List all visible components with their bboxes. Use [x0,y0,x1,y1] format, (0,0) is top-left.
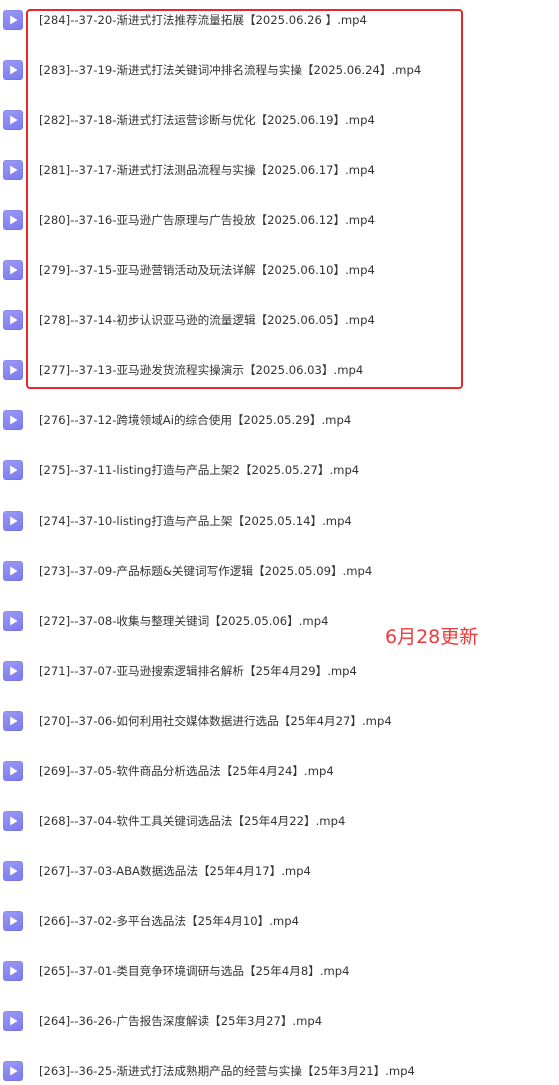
file-name[interactable]: [284]--37-20-渐进式打法推荐流量拓展【2025.06.26 】.mp… [39,11,367,29]
file-name[interactable]: [273]--37-09-产品标题&关键词写作逻辑【2025.05.09】.mp… [39,562,372,580]
file-row[interactable]: [267]--37-03-ABA数据选品法【25年4月17】.mp4 [0,859,540,883]
file-row[interactable]: [263]--36-25-渐进式打法成熟期产品的经营与实操【25年3月21】.m… [0,1059,540,1083]
file-row[interactable]: [283]--37-19-渐进式打法关键词冲排名流程与实操【2025.06.24… [0,58,540,82]
video-file-icon [3,160,23,181]
video-file-icon [3,60,23,80]
file-name[interactable]: [281]--37-17-渐进式打法测品流程与实操【2025.06.17】.mp… [39,161,375,179]
file-row[interactable]: [273]--37-09-产品标题&关键词写作逻辑【2025.05.09】.mp… [0,559,540,583]
file-row[interactable]: [276]--37-12-跨境领域Ai的综合使用【2025.05.29】.mp4 [0,408,540,432]
file-name[interactable]: [282]--37-18-渐进式打法运营诊断与优化【2025.06.19】.mp… [39,111,375,129]
video-file-icon [3,260,23,281]
file-row[interactable]: [279]--37-15-亚马逊营销活动及玩法详解【2025.06.10】.mp… [0,258,540,282]
video-file-icon [3,610,23,631]
video-file-icon [3,360,23,381]
video-file-icon [3,560,23,581]
file-row[interactable]: [265]--37-01-类目竞争环境调研与选品【25年4月8】.mp4 [0,959,540,983]
file-row[interactable]: [277]--37-13-亚马逊发货流程实操演示【2025.06.03】.mp4 [0,358,540,382]
video-file-icon [3,210,23,231]
file-name[interactable]: [264]--36-26-广告报告深度解读【25年3月27】.mp4 [39,1012,322,1030]
file-name[interactable]: [277]--37-13-亚马逊发货流程实操演示【2025.06.03】.mp4 [39,361,363,379]
file-name[interactable]: [265]--37-01-类目竞争环境调研与选品【25年4月8】.mp4 [39,962,350,980]
video-file-icon [3,460,23,481]
file-row[interactable]: [271]--37-07-亚马逊搜索逻辑排名解析【25年4月29】.mp4 [0,659,540,683]
video-file-icon [3,1011,23,1031]
file-row[interactable]: [268]--37-04-软件工具关键词选品法【25年4月22】.mp4 [0,809,540,833]
video-file-icon [3,110,23,131]
update-note: 6月28更新 [385,626,479,648]
file-row[interactable]: [280]--37-16-亚马逊广告原理与广告投放【2025.06.12】.mp… [0,208,540,232]
video-file-icon [3,760,23,781]
file-name[interactable]: [276]--37-12-跨境领域Ai的综合使用【2025.05.29】.mp4 [39,411,351,429]
file-name[interactable]: [269]--37-05-软件商品分析选品法【25年4月24】.mp4 [39,762,334,780]
video-file-icon [3,960,23,981]
file-name[interactable]: [266]--37-02-多平台选品法【25年4月10】.mp4 [39,912,299,930]
file-row[interactable]: [270]--37-06-如何利用社交媒体数据进行选品【25年4月27】.mp4 [0,709,540,733]
file-name[interactable]: [278]--37-14-初步认识亚马逊的流量逻辑【2025.06.05】.mp… [39,311,375,329]
file-row[interactable]: [266]--37-02-多平台选品法【25年4月10】.mp4 [0,909,540,933]
video-file-icon [3,410,23,431]
file-name[interactable]: [274]--37-10-listing打造与产品上架【2025.05.14】.… [39,512,352,530]
video-file-icon [3,510,23,531]
file-name[interactable]: [275]--37-11-listing打造与产品上架2【2025.05.27】… [39,461,359,479]
video-file-icon [3,1061,23,1081]
video-file-icon [3,710,23,731]
file-row[interactable]: [278]--37-14-初步认识亚马逊的流量逻辑【2025.06.05】.mp… [0,308,540,332]
file-name[interactable]: [271]--37-07-亚马逊搜索逻辑排名解析【25年4月29】.mp4 [39,662,357,680]
video-file-icon [3,660,23,681]
file-row[interactable]: [282]--37-18-渐进式打法运营诊断与优化【2025.06.19】.mp… [0,108,540,132]
video-file-icon [3,310,23,331]
file-row[interactable]: [264]--36-26-广告报告深度解读【25年3月27】.mp4 [0,1009,540,1033]
video-file-icon [3,910,23,931]
video-file-icon [3,810,23,831]
file-name[interactable]: [279]--37-15-亚马逊营销活动及玩法详解【2025.06.10】.mp… [39,261,375,279]
file-row[interactable]: [281]--37-17-渐进式打法测品流程与实操【2025.06.17】.mp… [0,158,540,182]
file-name[interactable]: [263]--36-25-渐进式打法成熟期产品的经营与实操【25年3月21】.m… [39,1062,415,1080]
file-row[interactable]: [284]--37-20-渐进式打法推荐流量拓展【2025.06.26 】.mp… [0,8,540,32]
file-row[interactable]: [275]--37-11-listing打造与产品上架2【2025.05.27】… [0,458,540,482]
file-name[interactable]: [283]--37-19-渐进式打法关键词冲排名流程与实操【2025.06.24… [39,61,421,79]
file-name[interactable]: [280]--37-16-亚马逊广告原理与广告投放【2025.06.12】.mp… [39,211,375,229]
video-file-icon [3,10,23,30]
video-file-icon [3,860,23,881]
file-name[interactable]: [268]--37-04-软件工具关键词选品法【25年4月22】.mp4 [39,812,345,830]
file-row[interactable]: [269]--37-05-软件商品分析选品法【25年4月24】.mp4 [0,759,540,783]
file-row[interactable]: [274]--37-10-listing打造与产品上架【2025.05.14】.… [0,509,540,533]
file-name[interactable]: [272]--37-08-收集与整理关键词【2025.05.06】.mp4 [39,612,328,630]
file-name[interactable]: [270]--37-06-如何利用社交媒体数据进行选品【25年4月27】.mp4 [39,712,392,730]
file-name[interactable]: [267]--37-03-ABA数据选品法【25年4月17】.mp4 [39,862,311,880]
